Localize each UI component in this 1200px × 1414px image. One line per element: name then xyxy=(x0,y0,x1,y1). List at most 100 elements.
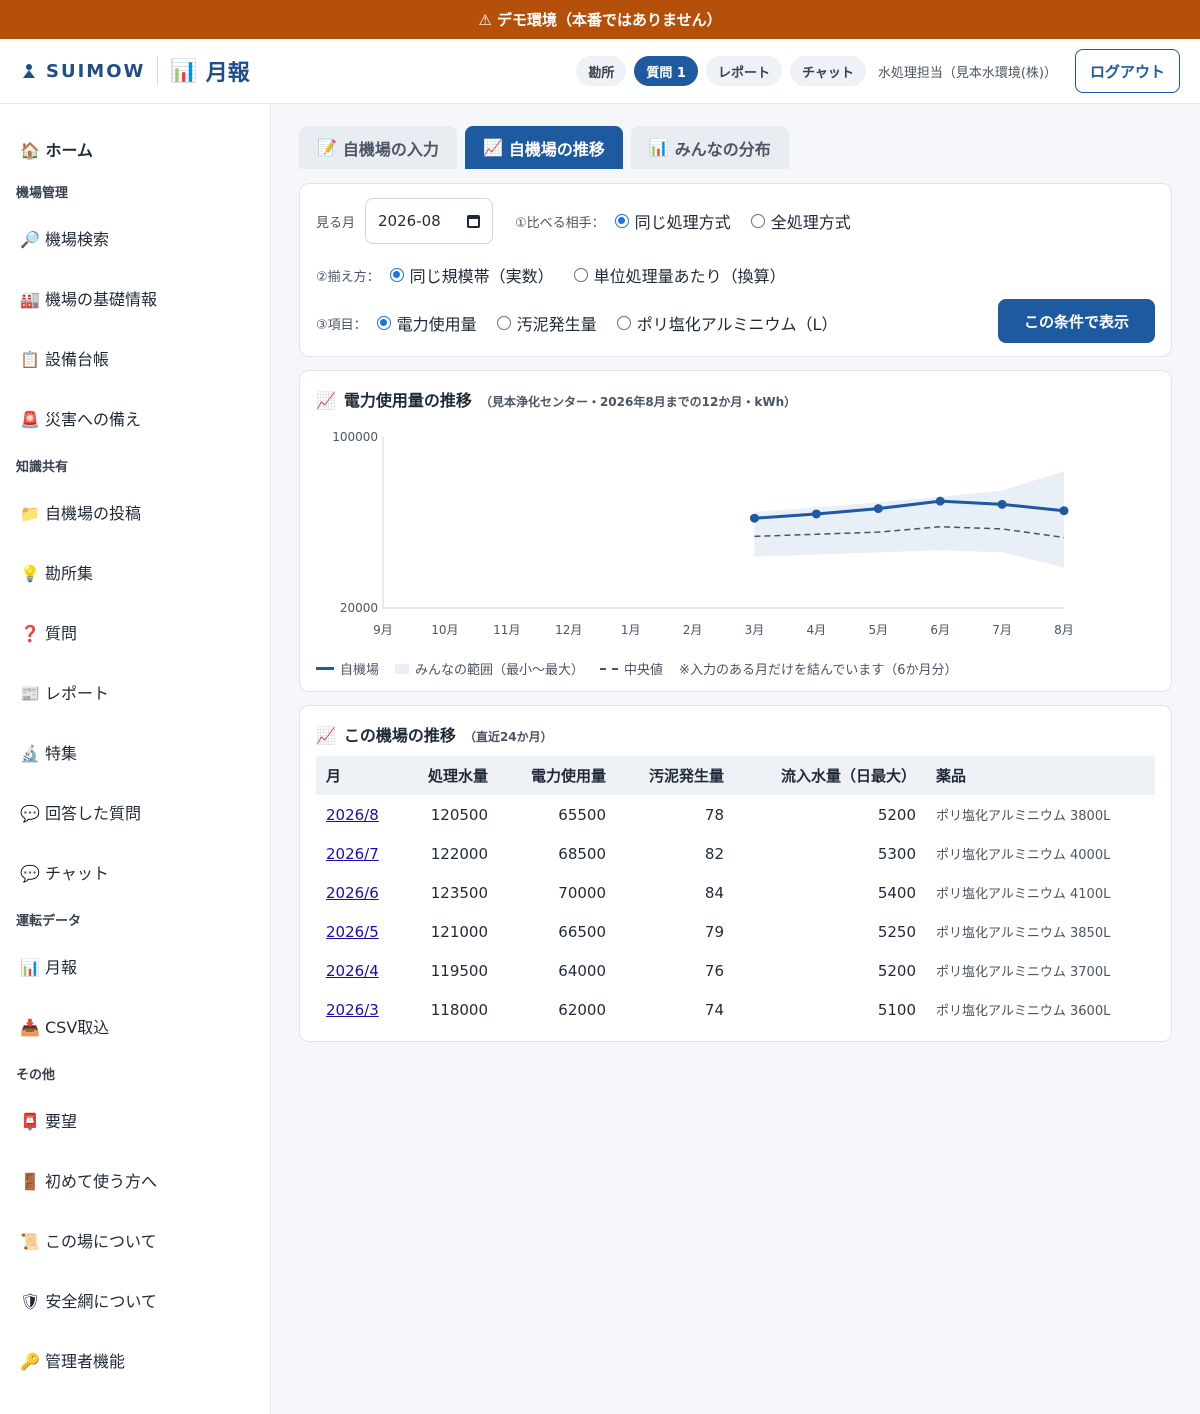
radio-same-scale[interactable] xyxy=(389,268,404,282)
nav-pill-tips[interactable]: 勘所 xyxy=(576,56,627,86)
cell-month: 2026/7 xyxy=(316,834,406,873)
item-option-power[interactable]: 電力使用量 xyxy=(376,311,477,335)
tab-distribution-label: みんなの分布 xyxy=(674,139,771,159)
sidebar-item-facility-search[interactable]: 🔎 機場検索 xyxy=(0,208,270,268)
col-inflow-max: 流入水量（日最大） xyxy=(780,767,916,785)
sidebar-item-monthly-report[interactable]: 📊 月報 xyxy=(0,936,270,996)
sidebar-item-answered[interactable]: 💬 回答した質問 xyxy=(0,782,270,842)
y-tick-label: 20000 xyxy=(340,601,378,615)
cell-chemical: ポリ塩化アルミニウム 3800L xyxy=(936,809,1111,824)
compare-label: ①比べる相手： xyxy=(515,215,605,231)
sidebar-item-facility-info[interactable]: 🏭 機場の基礎情報 xyxy=(0,268,270,328)
table-title: この機場の推移 xyxy=(343,726,456,745)
sidebar-item-safety-net[interactable]: 🛡 安全網について xyxy=(0,1270,270,1330)
radio-per-unit[interactable] xyxy=(573,268,588,282)
show-button[interactable]: この条件で表示 xyxy=(998,299,1155,343)
cell-power: 66500 xyxy=(558,922,606,941)
bar-chart-icon: 📊 xyxy=(170,58,198,84)
align-option-same-scale-label: 同じ規模帯（実数） xyxy=(409,267,554,286)
table-row: 2026/3 118000 62000 74 5100 ポリ塩化アルミニウム 3600L xyxy=(316,990,1155,1029)
logout-button[interactable]: ログアウト xyxy=(1074,49,1180,93)
x-tick-label: 12月 xyxy=(555,623,582,637)
sidebar-item-reports[interactable]: 📰 レポート xyxy=(0,662,270,722)
tab-own-input[interactable]: 📝 自機場の入力 xyxy=(299,126,457,169)
sidebar-item-own-posts[interactable]: 📁 自機場の投稿 xyxy=(0,482,270,542)
sidebar-group-other: その他 xyxy=(16,1067,56,1083)
trend-chart-icon: 📈 xyxy=(316,391,336,410)
chart-subtitle: （見本浄化センター・2026年8月までの12か月・kWh） xyxy=(479,395,797,409)
sidebar-item-home[interactable]: 🏠 ホーム xyxy=(0,124,270,174)
x-tick-label: 10月 xyxy=(431,623,458,637)
sidebar-item-questions[interactable]: ❓ 質問 xyxy=(0,602,270,662)
header-actions: 勘所 質問 1 レポート チャット 水処理担当（見本水環境(株)） ログアウト xyxy=(576,49,1180,93)
sidebar-item-about[interactable]: 📜 この場について xyxy=(0,1210,270,1270)
sidebar-item-admin[interactable]: 🔑 管理者機能 xyxy=(0,1330,270,1390)
nav-pill-reports[interactable]: レポート xyxy=(705,56,782,86)
radio-power[interactable] xyxy=(376,316,391,330)
month-link[interactable]: 2026/8 xyxy=(326,806,379,824)
month-link[interactable]: 2026/4 xyxy=(326,962,379,980)
sidebar-item-equipment-ledger[interactable]: 📋 設備台帳 xyxy=(0,328,270,388)
month-link[interactable]: 2026/7 xyxy=(326,845,379,863)
facility-trend-table-card: 📈 この機場の推移 （直近24か月） 月 処理水量 電力使用量 汚泥発生量 流入… xyxy=(299,705,1172,1042)
sidebar-group-knowledge: 知識共有 xyxy=(16,459,69,475)
nav-pill-chat[interactable]: チャット xyxy=(789,56,866,86)
tab-own-trend[interactable]: 📈 自機場の推移 xyxy=(464,126,623,169)
sidebar-item-csv-import[interactable]: 📥 CSV取込 xyxy=(0,996,270,1056)
month-link[interactable]: 2026/6 xyxy=(326,884,379,902)
table-row: 2026/4 119500 64000 76 5200 ポリ塩化アルミニウム 3700L xyxy=(316,951,1155,990)
current-user-label: 水処理担当（見本水環境(株)） xyxy=(877,65,1057,81)
sidebar-item-getting-started[interactable]: 🚪 初めて使う方へ xyxy=(0,1150,270,1210)
legend-range: みんなの範囲（最小〜最大） xyxy=(415,663,585,678)
sidebar-item-tips[interactable]: 💡 勘所集 xyxy=(0,542,270,602)
sidebar-item-features[interactable]: 🔬 特集 xyxy=(0,722,270,782)
legend-own: 自機場 xyxy=(340,663,380,678)
align-option-per-unit-label: 単位処理量あたり（換算） xyxy=(593,267,786,286)
radio-same-method[interactable] xyxy=(614,214,629,228)
col-month: 月 xyxy=(326,767,342,785)
compare-option-all-methods[interactable]: 全処理方式 xyxy=(750,209,851,233)
cell-inflow-max: 5400 xyxy=(877,883,916,902)
compare-option-same-method[interactable]: 同じ処理方式 xyxy=(614,209,731,233)
item-option-pac[interactable]: ポリ塩化アルミニウム（L） xyxy=(616,311,837,335)
cell-month: 2026/4 xyxy=(316,951,406,990)
month-label: 見る月 xyxy=(316,215,356,231)
legend-own-swatch xyxy=(316,667,334,670)
header-divider xyxy=(157,56,159,86)
brand-logo[interactable]: SUIMOW xyxy=(20,61,145,82)
radio-sludge[interactable] xyxy=(496,316,511,330)
month-input[interactable]: 2026-08 xyxy=(365,198,494,244)
x-tick-label: 3月 xyxy=(745,623,765,637)
x-tick-label: 1月 xyxy=(621,623,641,637)
own-data-point xyxy=(997,499,1007,509)
align-option-same-scale[interactable]: 同じ規模帯（実数） xyxy=(389,263,554,287)
demo-environment-banner: ⚠ デモ環境（本番ではありません） xyxy=(0,0,1200,39)
sidebar-item-chat[interactable]: 💬 チャット xyxy=(0,842,270,902)
cell-inflow-max: 5200 xyxy=(877,961,916,980)
memo-icon: 📝 xyxy=(317,138,337,157)
month-link[interactable]: 2026/3 xyxy=(326,1001,379,1019)
y-tick-label: 100000 xyxy=(332,430,378,444)
radio-all-methods[interactable] xyxy=(750,214,765,228)
item-option-power-label: 電力使用量 xyxy=(396,315,477,334)
cell-chemical: ポリ塩化アルミニウム 3700L xyxy=(936,965,1111,980)
nav-pill-questions[interactable]: 質問 1 xyxy=(634,56,698,86)
calendar-icon[interactable] xyxy=(467,214,481,228)
tab-distribution[interactable]: 📊 みんなの分布 xyxy=(630,126,789,169)
app-header: SUIMOW 📊 月報 勘所 質問 1 レポート チャット 水処理担当（見本水環… xyxy=(0,39,1200,104)
monthly-data-table: 月 処理水量 電力使用量 汚泥発生量 流入水量（日最大） 薬品 2026/8 12… xyxy=(316,756,1155,1029)
cell-sludge: 84 xyxy=(704,883,724,902)
item-label: ③項目： xyxy=(316,317,367,333)
cell-sludge: 74 xyxy=(704,1000,724,1019)
chart-title: 電力使用量の推移 xyxy=(343,391,472,410)
month-link[interactable]: 2026/5 xyxy=(326,923,379,941)
align-option-per-unit[interactable]: 単位処理量あたり（換算） xyxy=(573,263,786,287)
own-data-point xyxy=(935,496,945,506)
item-option-sludge[interactable]: 汚泥発生量 xyxy=(496,311,597,335)
cell-treated-water: 121000 xyxy=(430,922,488,941)
main-content: 📝 自機場の入力 📈 自機場の推移 📊 みんなの分布 見る月 2026-08 ①… xyxy=(271,104,1200,1414)
sidebar-item-disaster-prep[interactable]: 🚨 災害への備え xyxy=(0,388,270,448)
cell-month: 2026/3 xyxy=(316,990,406,1029)
radio-pac[interactable] xyxy=(616,316,631,330)
sidebar-item-requests[interactable]: 📮 要望 xyxy=(0,1090,270,1150)
